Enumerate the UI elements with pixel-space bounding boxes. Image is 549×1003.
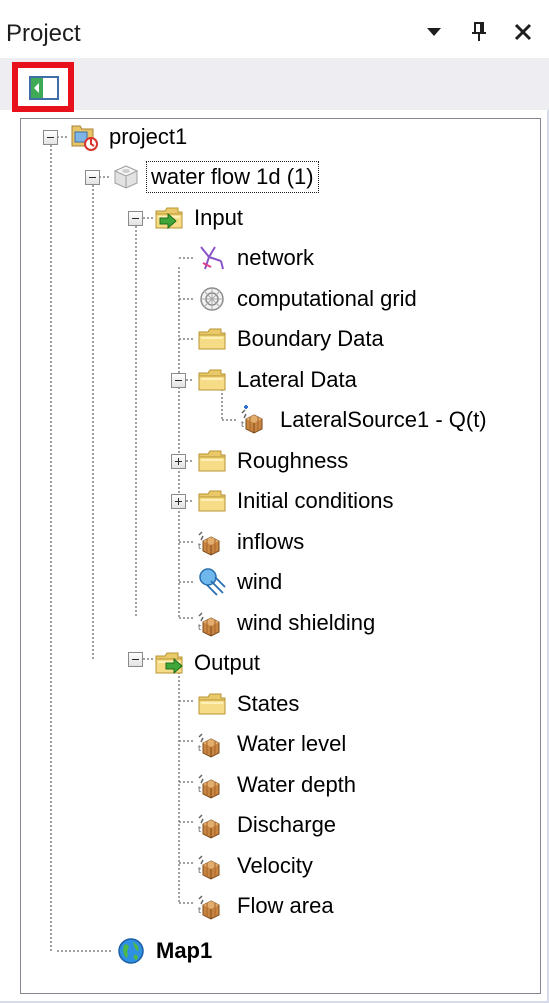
tree-node-label: Boundary Data [237,326,384,351]
tree-node-wind[interactable]: wind [197,564,282,600]
collapse-all-icon[interactable] [27,74,61,102]
tree-node-label: inflows [237,529,305,554]
roughness-expand-toggle[interactable] [171,454,186,469]
tree-node-water-level[interactable]: Water level [197,726,346,762]
input-collapse-toggle[interactable] [128,211,143,226]
project-collapse-toggle[interactable] [43,130,58,145]
tree-node-map[interactable]: Map1 [116,933,212,969]
tree-node-roughness[interactable]: Roughness [197,443,348,479]
tree-node-lateral-source[interactable]: LateralSource1 - Q(t) [240,402,487,438]
tree-node-label: Water level [237,731,347,756]
tree-node-project[interactable]: project1 [69,119,187,155]
tree-node-label: Lateral Data [237,367,357,392]
wind-icon [197,567,227,597]
timeseries-icon [197,891,227,921]
tree-node-water-depth[interactable]: Water depth [197,767,356,803]
tree-node-label: computational grid [237,286,417,311]
panel-titlebar: Project [0,0,549,58]
panel-title: Project [6,20,81,47]
tree-node-output[interactable]: Output [154,645,260,681]
lateral-data-collapse-toggle[interactable] [171,373,186,388]
output-collapse-toggle[interactable] [128,652,143,667]
tree-node-label: project1 [109,124,188,149]
timeseries-icon [197,527,227,557]
model-icon [111,162,141,192]
tree-node-label: LateralSource1 - Q(t) [280,407,487,432]
tree-node-label: Discharge [237,812,337,837]
pin-icon[interactable] [461,14,497,50]
tree-node-boundary-data[interactable]: Boundary Data [197,321,384,357]
folder-icon [197,486,227,516]
tree-node-network[interactable]: network [197,240,314,276]
tree-node-label: water flow 1d (1) [146,161,319,193]
tree-node-label: wind shielding [237,610,376,635]
tree-node-inflows[interactable]: inflows [197,524,304,560]
panel-toolbar [0,58,549,110]
initial-conditions-expand-toggle[interactable] [171,494,186,509]
project-tree: project1 water flow 1d (1) Input network… [20,118,541,994]
tree-node-wind-shielding[interactable]: wind shielding [197,605,375,641]
timeseries-icon [197,810,227,840]
timeseries-icon [197,729,227,759]
timeseries-icon [240,405,270,435]
folder-icon [197,689,227,719]
timeseries-icon [197,851,227,881]
tree-node-model[interactable]: water flow 1d (1) [111,159,319,195]
tree-node-label: Roughness [237,448,349,473]
tree-node-velocity[interactable]: Velocity [197,848,313,884]
project-icon [69,122,99,152]
tree-node-label: Flow area [237,893,334,918]
tree-node-input[interactable]: Input [154,200,243,236]
tree-node-label: Map1 [156,938,213,963]
tree-node-label: Water depth [237,772,357,797]
toolbar-button-highlight [12,62,74,112]
grid-icon [197,284,227,314]
chevron-down-icon[interactable] [416,14,452,50]
tree-node-label: Output [194,650,261,675]
folder-icon [197,446,227,476]
timeseries-icon [197,770,227,800]
tree-node-lateral-data[interactable]: Lateral Data [197,362,357,398]
close-icon[interactable] [505,14,541,50]
tree-node-label: Initial conditions [237,488,394,513]
input-folder-icon [154,203,184,233]
folder-icon [197,324,227,354]
tree-node-flow-area[interactable]: Flow area [197,888,334,924]
tree-node-label: wind [237,569,283,594]
network-icon [197,243,227,273]
tree-node-label: Velocity [237,853,313,878]
tree-node-discharge[interactable]: Discharge [197,807,336,843]
tree-node-states[interactable]: States [197,686,299,722]
output-folder-icon [154,648,184,678]
tree-node-initial-conditions[interactable]: Initial conditions [197,483,394,519]
tree-node-label: network [237,245,315,270]
model-collapse-toggle[interactable] [85,170,100,185]
globe-icon [116,936,146,966]
timeseries-icon [197,608,227,638]
folder-icon [197,365,227,395]
project-panel: Project project1 water flow 1d (1) Input… [0,0,549,1003]
tree-node-label: Input [194,205,243,230]
tree-node-label: States [237,691,300,716]
tree-node-computational-grid[interactable]: computational grid [197,281,417,317]
